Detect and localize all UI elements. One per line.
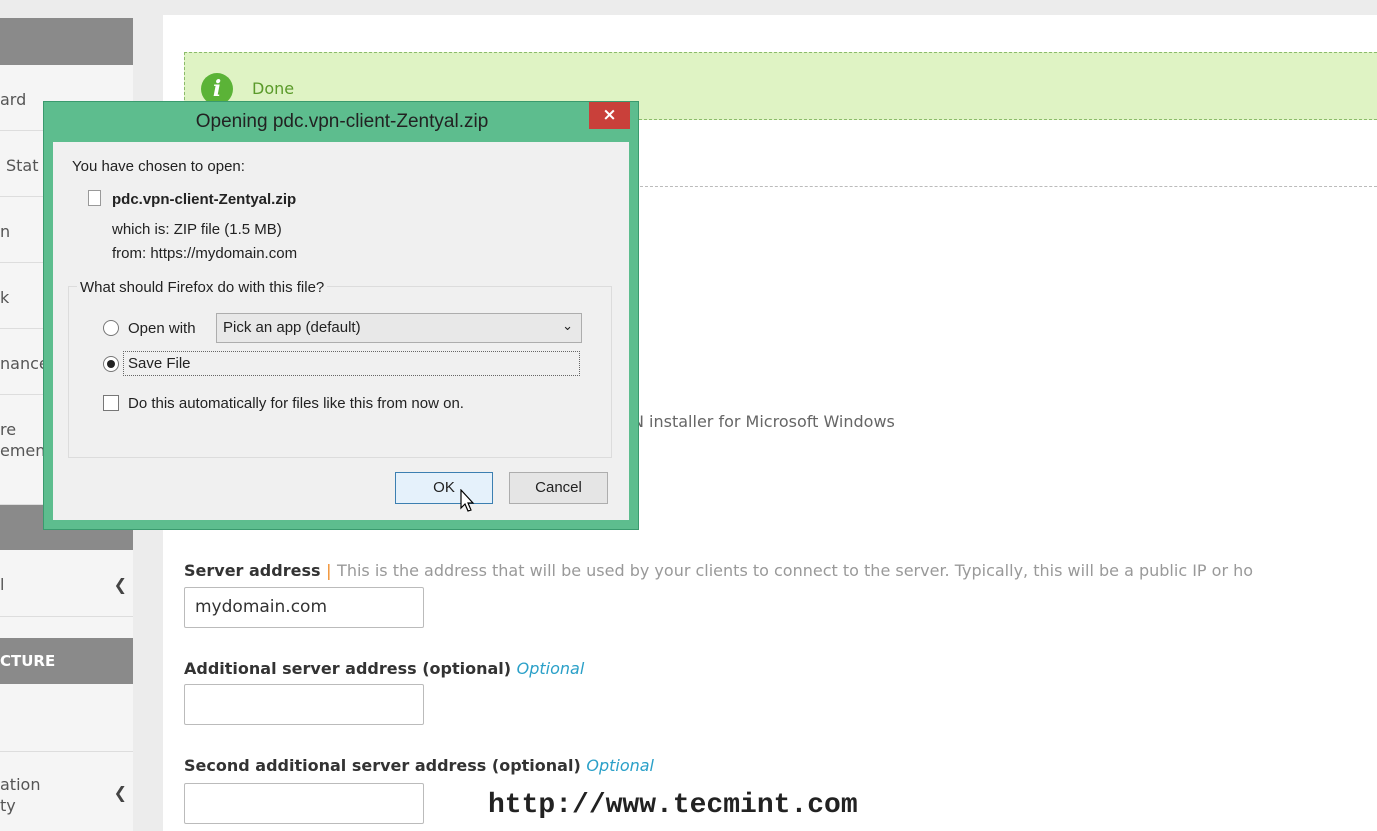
sidebar-item-label: ard [0, 90, 27, 109]
save-file-label[interactable]: Save File [123, 351, 580, 376]
sidebar-item-authentication[interactable]: ation ty ❮ [0, 752, 133, 831]
which-is-label: which is: [112, 221, 170, 238]
sidebar-item-blank[interactable] [0, 684, 133, 752]
sidebar-section-infrastructure: CTURE [0, 638, 133, 684]
additional-address-label-row: Additional server address (optional) Opt… [184, 659, 584, 678]
chevron-left-icon: ❮ [113, 575, 127, 594]
from-label: from: [112, 245, 147, 262]
server-address-hint: This is the address that will be used by… [337, 561, 1254, 580]
file-source: https://mydomain.com [150, 245, 298, 262]
sidebar-item-label: ation ty [0, 775, 41, 815]
sidebar-header [0, 18, 133, 65]
installer-description: N installer for Microsoft Windows [632, 412, 895, 431]
chevron-down-icon: ⌄ [562, 318, 573, 333]
server-address-input[interactable]: mydomain.com [184, 587, 424, 628]
sidebar-item-label: k [0, 288, 10, 307]
app-select[interactable]: Pick an app (default) ⌄ [216, 313, 582, 343]
second-address-label: Second additional server address (option… [184, 756, 581, 775]
action-question: What should Firefox do with this file? [77, 279, 328, 296]
chevron-left-icon: ❮ [113, 783, 127, 802]
server-address-label-row: Server address | This is the address tha… [184, 561, 1253, 580]
second-address-input[interactable] [184, 783, 424, 824]
second-address-label-row: Second additional server address (option… [184, 756, 654, 775]
dialog-body: You have chosen to open: pdc.vpn-client-… [53, 142, 629, 520]
banner-text: Done [252, 79, 295, 98]
optional-tag: Optional [516, 659, 585, 678]
open-with-label[interactable]: Open with [128, 320, 196, 337]
section-label: CTURE [0, 652, 56, 670]
sidebar-item-label: n [0, 222, 11, 241]
separator: | [326, 561, 332, 580]
divider [630, 186, 1377, 187]
open-with-radio[interactable] [103, 320, 119, 336]
close-button[interactable]: × [589, 102, 630, 129]
auto-label[interactable]: Do this automatically for files like thi… [128, 395, 464, 412]
filename: pdc.vpn-client-Zentyal.zip [112, 191, 297, 208]
app-select-value: Pick an app (default) [223, 319, 361, 336]
sidebar-item-label: l [0, 575, 5, 594]
additional-address-label: Additional server address (optional) [184, 659, 512, 678]
auto-checkbox[interactable] [103, 395, 119, 411]
optional-tag: Optional [586, 756, 654, 775]
cancel-button[interactable]: Cancel [509, 472, 608, 504]
sidebar-item-label: Stat [6, 156, 39, 175]
sidebar-item-collapsible[interactable]: l ❮ [0, 550, 133, 617]
additional-address-input[interactable] [184, 684, 424, 725]
sidebar-item-label: re emen [0, 420, 46, 460]
sidebar-item-label: nance [0, 354, 49, 373]
ok-button[interactable]: OK [395, 472, 493, 504]
file-icon [88, 190, 101, 206]
mouse-cursor-icon [460, 489, 475, 512]
dialog-title: Opening pdc.vpn-client-Zentyal.zip [195, 111, 489, 132]
server-address-label: Server address [184, 561, 321, 580]
file-type: ZIP file (1.5 MB) [173, 221, 282, 238]
watermark: http://www.tecmint.com [488, 790, 858, 821]
download-dialog: Opening pdc.vpn-client-Zentyal.zip × You… [43, 101, 639, 530]
chosen-label: You have chosen to open: [72, 158, 245, 175]
save-file-radio[interactable] [103, 356, 119, 372]
